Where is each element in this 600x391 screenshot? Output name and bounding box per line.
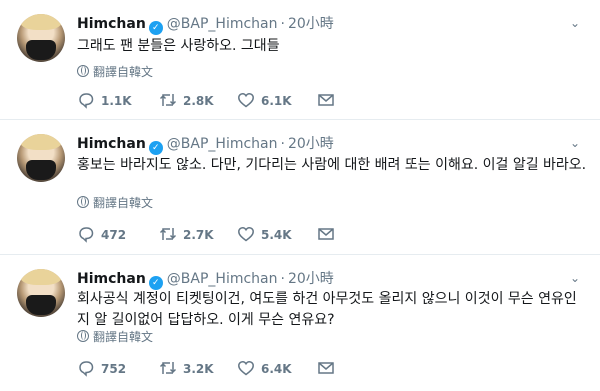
avatar-mask (26, 160, 56, 180)
direct-message-button[interactable] (317, 359, 341, 379)
separator-dot: · (280, 136, 285, 152)
avatar-hair (20, 14, 62, 30)
tweet[interactable]: Himchan ✓ @BAP_Himchan · 20小時 ⌄ 홍보는 바라지도 않소.… (0, 120, 600, 255)
reply-count: 1.1K (101, 94, 132, 108)
avatar-mask (26, 40, 56, 60)
timestamp[interactable]: 20小時 (288, 16, 334, 32)
tweet[interactable]: Himchan ✓ @BAP_Himchan · 20小時 ⌄ 그래도 팬 분들은 사랑… (0, 0, 600, 120)
retweet-count: 3.2K (183, 362, 214, 376)
user-handle[interactable]: @BAP_Himchan (167, 16, 278, 32)
tweet-header: Himchan ✓ @BAP_Himchan · 20小時 (77, 134, 334, 155)
globe-icon (77, 196, 89, 208)
reply-button[interactable]: 1.1K (77, 91, 132, 111)
heart-icon (238, 226, 254, 242)
reply-count: 752 (101, 362, 127, 376)
reply-icon (79, 361, 94, 377)
timestamp[interactable]: 20小時 (288, 136, 334, 152)
verified-badge-icon: ✓ (148, 21, 163, 35)
tweet-actions: 1.1K 2.8K 6.1K (77, 91, 577, 111)
retweet-button[interactable]: 2.7K (159, 225, 214, 245)
reply-count: 472 (101, 228, 127, 242)
like-count: 6.4K (261, 362, 292, 376)
envelope-icon (318, 228, 334, 240)
reply-icon (79, 93, 94, 109)
tweet-header: Himchan ✓ @BAP_Himchan · 20小時 (77, 14, 334, 35)
reply-button[interactable]: 472 (77, 225, 126, 245)
chevron-down-icon[interactable]: ⌄ (568, 271, 582, 285)
translate-link[interactable]: 翻譯自韓文 (77, 64, 153, 80)
tweet-text: 그래도 팬 분들은 사랑하오. 그대들 (77, 38, 280, 54)
envelope-icon (318, 362, 334, 374)
avatar-hair (20, 269, 62, 285)
tweet-actions: 472 2.7K 5.4K (77, 225, 577, 245)
separator-dot: · (280, 16, 285, 32)
reply-icon (79, 227, 94, 243)
translate-label: 翻譯自韓文 (93, 196, 154, 210)
tweet[interactable]: Himchan ✓ @BAP_Himchan · 20小時 ⌄ 회사공식 계정이 티켓팅… (0, 255, 600, 391)
envelope-icon (318, 94, 334, 106)
retweet-icon (159, 362, 177, 374)
user-handle[interactable]: @BAP_Himchan (167, 136, 278, 152)
retweet-button[interactable]: 3.2K (159, 359, 214, 379)
tweet-text: 회사공식 계정이 티켓팅이건, 여도를 하건 아무것도 올리지 않으니 이것이 … (77, 291, 577, 328)
tweet-text: 홍보는 바라지도 않소. 다만, 기다리는 사람에 대한 배려 또는 이해요. … (77, 157, 587, 173)
heart-icon (238, 360, 254, 376)
chevron-down-icon[interactable]: ⌄ (568, 136, 582, 150)
user-handle[interactable]: @BAP_Himchan (167, 271, 278, 287)
retweet-count: 2.7K (183, 228, 214, 242)
globe-icon (77, 330, 89, 342)
reply-button[interactable]: 752 (77, 359, 126, 379)
translate-link[interactable]: 翻譯自韓文 (77, 329, 153, 345)
avatar[interactable] (17, 134, 65, 182)
tweet-feed: Himchan ✓ @BAP_Himchan · 20小時 ⌄ 그래도 팬 분들은 사랑… (0, 0, 600, 391)
like-count: 5.4K (261, 228, 292, 242)
translate-label: 翻譯自韓文 (93, 65, 154, 79)
avatar[interactable] (17, 14, 65, 62)
direct-message-button[interactable] (317, 225, 341, 245)
retweet-button[interactable]: 2.8K (159, 91, 214, 111)
verified-badge-icon: ✓ (148, 276, 163, 290)
like-button[interactable]: 5.4K (237, 225, 292, 245)
retweet-icon (159, 228, 177, 240)
verified-badge-icon: ✓ (148, 141, 163, 155)
translate-label: 翻譯自韓文 (93, 330, 154, 344)
avatar-hair (20, 134, 62, 150)
tweet-header: Himchan ✓ @BAP_Himchan · 20小時 (77, 269, 334, 290)
like-count: 6.1K (261, 94, 292, 108)
display-name[interactable]: Himchan (77, 16, 146, 32)
display-name[interactable]: Himchan (77, 271, 146, 287)
avatar[interactable] (17, 269, 65, 317)
separator-dot: · (280, 271, 285, 287)
heart-icon (238, 92, 254, 108)
chevron-down-icon[interactable]: ⌄ (568, 16, 582, 30)
like-button[interactable]: 6.4K (237, 359, 292, 379)
retweet-icon (159, 94, 177, 106)
translate-link[interactable]: 翻譯自韓文 (77, 195, 153, 211)
retweet-count: 2.8K (183, 94, 214, 108)
display-name[interactable]: Himchan (77, 136, 146, 152)
tweet-actions: 752 3.2K 6.4K (77, 359, 577, 379)
timestamp[interactable]: 20小時 (288, 271, 334, 287)
direct-message-button[interactable] (317, 91, 341, 111)
avatar-mask (26, 295, 56, 315)
globe-icon (77, 65, 89, 77)
like-button[interactable]: 6.1K (237, 91, 292, 111)
